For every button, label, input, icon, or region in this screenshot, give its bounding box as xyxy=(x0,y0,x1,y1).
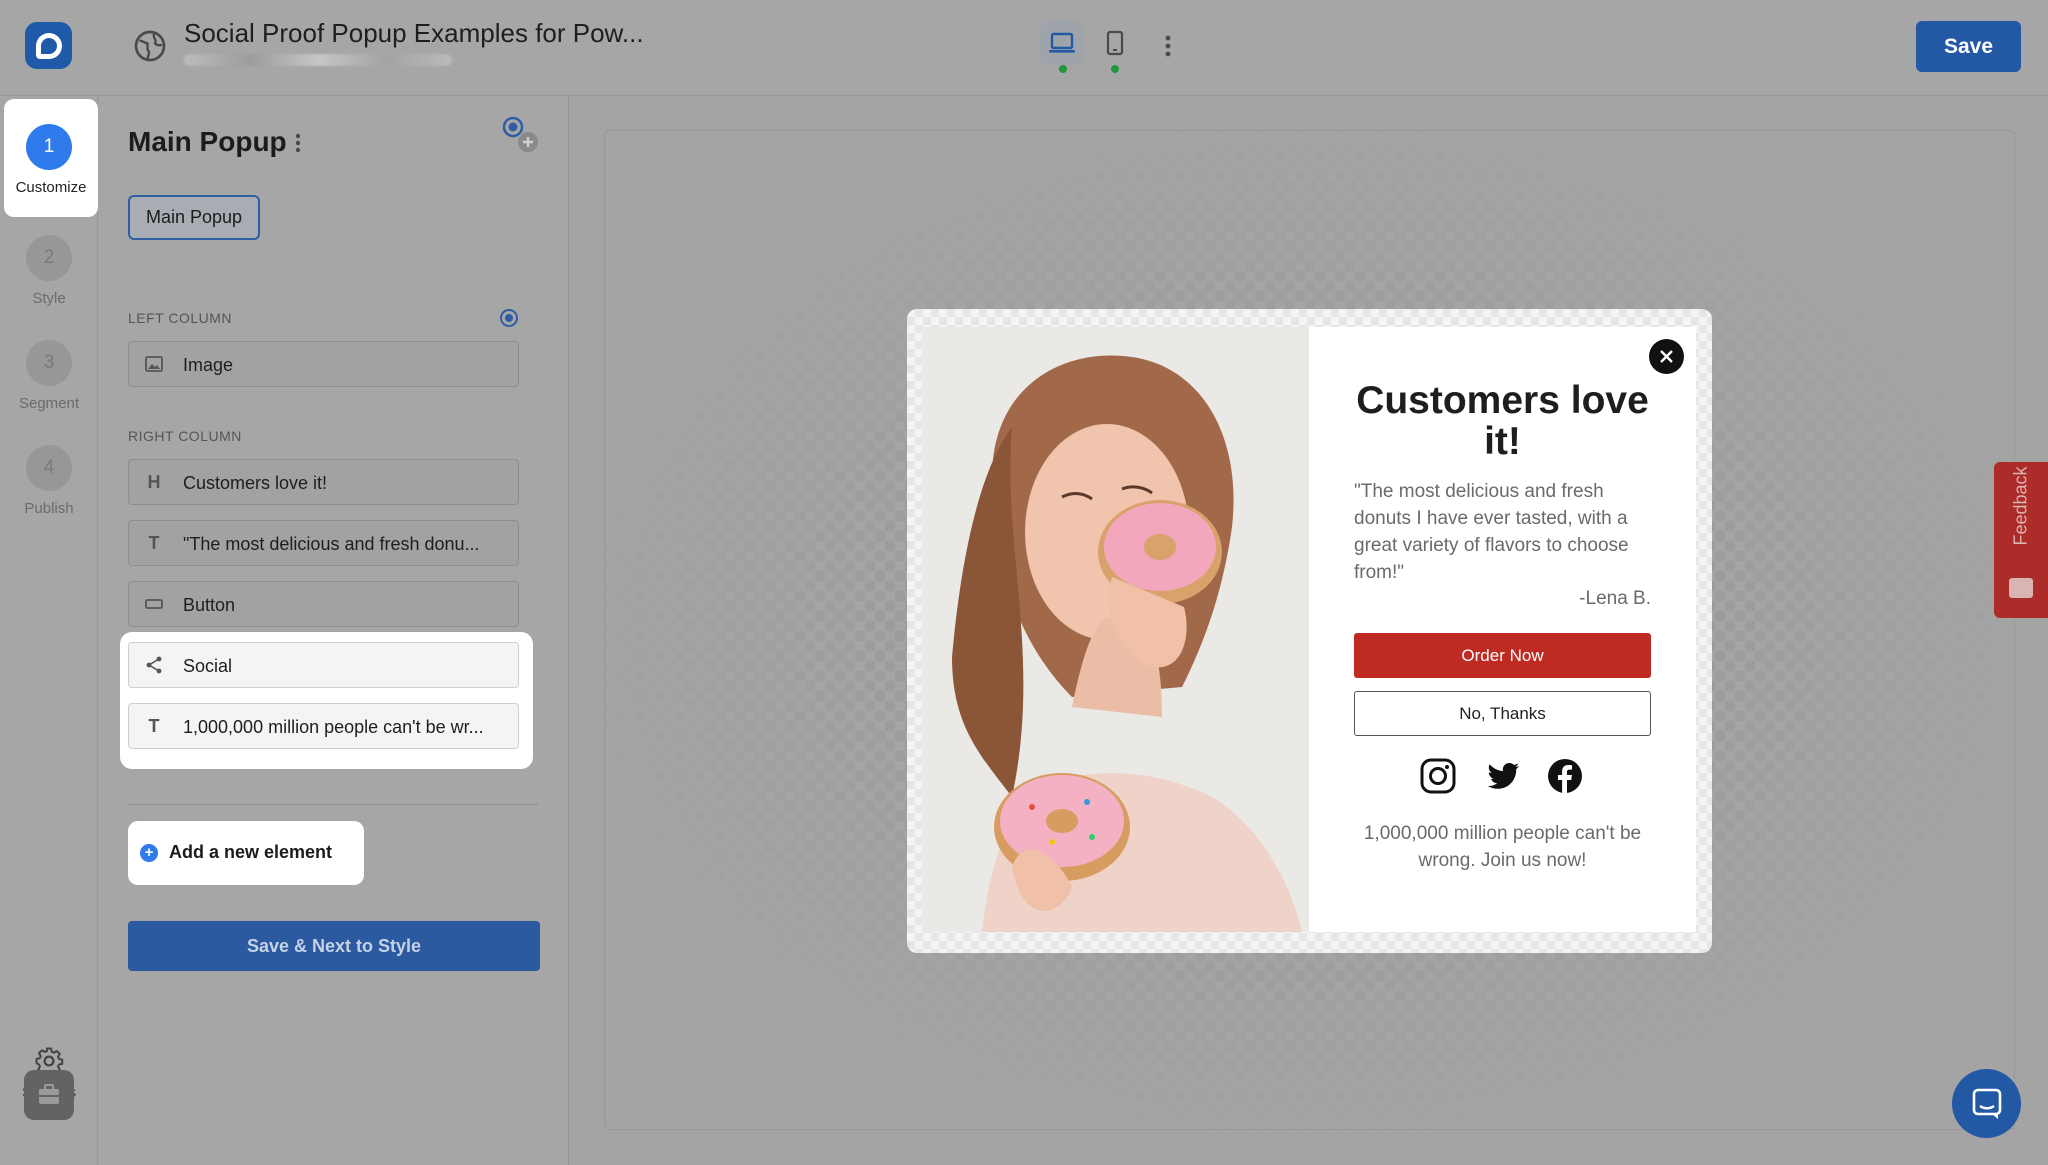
campaign-title[interactable]: Social Proof Popup Examples for Pow... xyxy=(184,18,644,49)
step-publish[interactable]: 4 Publish xyxy=(0,420,98,534)
step-number: 1 xyxy=(26,124,72,170)
step-label: Publish xyxy=(24,500,74,517)
save-next-button[interactable]: Save & Next to Style xyxy=(128,921,540,971)
step-number: 3 xyxy=(26,340,72,386)
left-column-label: LEFT COLUMN xyxy=(128,310,233,326)
element-social[interactable]: Social xyxy=(128,642,519,688)
close-icon xyxy=(1660,350,1673,363)
step-number: 2 xyxy=(26,235,72,281)
mobile-icon xyxy=(1106,30,1124,56)
desktop-status-dot xyxy=(1059,65,1067,73)
facebook-icon[interactable] xyxy=(1546,757,1584,795)
step-segment[interactable]: 3 Segment xyxy=(0,315,98,429)
tab-main-popup[interactable]: Main Popup xyxy=(128,195,260,240)
heading-icon: H xyxy=(147,472,161,492)
desktop-icon xyxy=(1049,32,1075,53)
popup-close-button[interactable] xyxy=(1649,339,1684,374)
popup-author[interactable]: -Lena B. xyxy=(1354,588,1651,610)
add-element-button[interactable]: + Add a new element xyxy=(128,821,364,885)
desktop-preview-button[interactable] xyxy=(1040,21,1084,65)
briefcase-icon xyxy=(39,1084,59,1104)
element-label: Button xyxy=(183,595,236,615)
step-style[interactable]: 2 Style xyxy=(0,210,98,324)
feedback-chat-icon xyxy=(2009,578,2033,598)
element-label: "The most delicious and fresh donu... xyxy=(183,534,480,554)
panel-menu-icon[interactable] xyxy=(288,128,308,158)
element-heading[interactable]: H Customers love it! xyxy=(128,459,519,505)
popup-footer-text[interactable]: 1,000,000 million people can't be wrong.… xyxy=(1340,820,1665,874)
element-image[interactable]: Image xyxy=(128,341,519,387)
workspace-button[interactable] xyxy=(24,1070,74,1120)
popup-quote[interactable]: "The most delicious and fresh donuts I h… xyxy=(1354,478,1654,586)
element-text[interactable]: T "The most delicious and fresh donu... xyxy=(128,520,519,566)
step-rail: 1 Customize 2 Style 3 Segment 4 Publish … xyxy=(0,96,98,1165)
step-label: Segment xyxy=(18,395,80,412)
chat-icon xyxy=(1972,1088,2002,1119)
mobile-preview-button[interactable] xyxy=(1093,21,1137,65)
twitter-icon[interactable] xyxy=(1484,757,1522,795)
instagram-icon[interactable] xyxy=(1419,757,1457,795)
element-panel: Main Popup Main Popup LEFT COLUMN Image … xyxy=(99,96,569,1165)
text-icon: T xyxy=(148,716,160,736)
add-target-icon[interactable] xyxy=(500,114,540,154)
target-radio-icon[interactable] xyxy=(500,309,518,327)
divider xyxy=(128,804,538,805)
top-bar: Social Proof Popup Examples for Pow... S… xyxy=(0,0,2048,96)
step-customize[interactable]: 1 Customize xyxy=(4,99,98,217)
element-label: Social xyxy=(183,656,233,676)
app-logo[interactable] xyxy=(25,22,72,69)
text-icon: T xyxy=(148,533,160,553)
element-button[interactable]: Button xyxy=(128,581,519,627)
popup-heading[interactable]: Customers love it! xyxy=(1340,380,1665,462)
element-label: Customers love it! xyxy=(183,473,328,493)
popup-image[interactable] xyxy=(922,327,1309,932)
mobile-status-dot xyxy=(1111,65,1119,73)
element-label: Image xyxy=(183,355,234,375)
panel-title: Main Popup xyxy=(128,126,287,157)
step-label: Customize xyxy=(15,179,87,196)
more-options-icon[interactable] xyxy=(1156,28,1180,64)
element-text[interactable]: T 1,000,000 million people can't be wr..… xyxy=(128,703,519,749)
save-button[interactable]: Save xyxy=(1916,21,2021,72)
add-element-label: Add a new element xyxy=(169,842,333,862)
feedback-label: Feedback xyxy=(2010,466,2031,546)
share-icon xyxy=(146,656,162,674)
no-thanks-button[interactable]: No, Thanks xyxy=(1354,691,1651,736)
element-label: 1,000,000 million people can't be wr... xyxy=(183,717,484,737)
plus-icon: + xyxy=(140,844,158,862)
step-number: 4 xyxy=(26,445,72,491)
button-icon xyxy=(145,599,163,609)
feedback-tab[interactable]: Feedback xyxy=(1994,462,2048,618)
globe-icon[interactable] xyxy=(134,30,166,62)
woman-eating-donut-image xyxy=(922,327,1309,932)
selected-elements-group: Social T 1,000,000 million people can't … xyxy=(120,632,533,769)
right-column-label: RIGHT COLUMN xyxy=(128,428,242,444)
chat-launcher-button[interactable] xyxy=(1952,1069,2021,1138)
order-now-button[interactable]: Order Now xyxy=(1354,633,1651,678)
campaign-url xyxy=(184,54,452,66)
step-label: Style xyxy=(32,290,66,307)
image-icon xyxy=(145,356,163,372)
